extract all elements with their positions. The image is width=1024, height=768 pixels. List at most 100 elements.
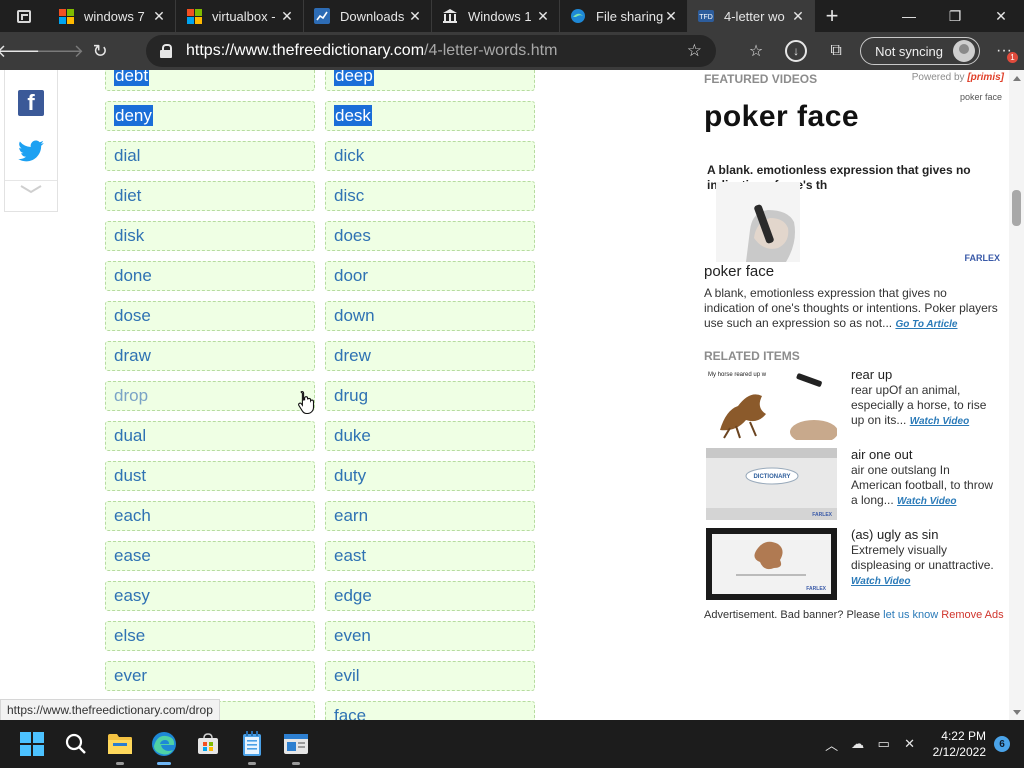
minimize-button[interactable]: — <box>886 0 932 32</box>
word-link[interactable]: dick <box>325 141 535 171</box>
page-scrollbar[interactable] <box>1009 70 1024 720</box>
tab-close-icon[interactable]: ✕ <box>279 8 295 25</box>
forward-button[interactable]: 🡒 <box>36 32 84 70</box>
word-link[interactable]: diet <box>105 181 315 211</box>
tab-actions-button[interactable] <box>0 0 48 32</box>
restore-button[interactable]: ❐ <box>932 0 978 32</box>
notification-count-badge[interactable]: 6 <box>994 736 1010 752</box>
watch-video-link[interactable]: Watch Video <box>851 576 910 587</box>
related-item-title[interactable]: rear up <box>851 367 892 382</box>
word-link[interactable]: even <box>325 621 535 651</box>
collections-button[interactable]: ⧉ <box>816 32 856 70</box>
add-favorite-icon[interactable]: ☆ <box>687 41 702 61</box>
profile-sync-button[interactable]: Not syncing <box>860 37 980 65</box>
store-icon <box>198 733 218 754</box>
start-button[interactable] <box>16 728 48 760</box>
word-link[interactable]: dial <box>105 141 315 171</box>
tab-close-icon[interactable]: ✕ <box>663 8 679 25</box>
word-link[interactable]: done <box>105 261 315 291</box>
word-link[interactable]: disk <box>105 221 315 251</box>
system-clock[interactable]: 4:22 PM 2/12/2022 <box>933 728 986 760</box>
farlex-logo: FARLEX <box>964 253 1000 263</box>
tab-close-icon[interactable]: ✕ <box>535 8 551 25</box>
word-link[interactable]: does <box>325 221 535 251</box>
store-button[interactable] <box>192 728 224 760</box>
word-link[interactable]: draw <box>105 341 315 371</box>
edge-browser-button[interactable] <box>148 728 180 765</box>
word-link[interactable]: evil <box>325 661 535 691</box>
word-link[interactable]: deny <box>105 101 315 131</box>
word-link[interactable]: each <box>105 501 315 531</box>
tab-downloads[interactable]: Downloads ✕ <box>304 0 432 32</box>
go-to-article-link[interactable]: Go To Article <box>895 319 957 330</box>
video-thumbnail[interactable]: My horse reared up w <box>706 368 837 440</box>
featured-item-title[interactable]: poker face <box>704 263 774 280</box>
tab-4-letter-words[interactable]: TFD 4-letter wo ✕ <box>688 0 815 32</box>
word-link[interactable]: drew <box>325 341 535 371</box>
twitter-icon[interactable] <box>17 140 45 164</box>
tab-close-icon[interactable]: ✕ <box>151 8 167 25</box>
scroll-down-icon[interactable] <box>1013 710 1021 715</box>
related-item-title[interactable]: air one out <box>851 447 912 462</box>
related-item[interactable]: My horse reared up w rear up rear upOf a… <box>704 367 1004 444</box>
tab-windows7[interactable]: windows 7 ✕ <box>48 0 176 32</box>
watch-video-link[interactable]: Watch Video <box>897 496 956 507</box>
favorites-button[interactable]: ☆ <box>736 32 776 70</box>
word-link[interactable]: duty <box>325 461 535 491</box>
related-item-title[interactable]: (as) ugly as sin <box>851 527 938 542</box>
video-thumbnail[interactable]: DICTIONARY FARLEX <box>706 448 837 520</box>
word-link[interactable]: dust <box>105 461 315 491</box>
display-icon[interactable]: ▭ <box>871 736 897 752</box>
word-link[interactable]: disc <box>325 181 535 211</box>
word-link[interactable]: earn <box>325 501 535 531</box>
tab-virtualbox[interactable]: virtualbox - ✕ <box>176 0 304 32</box>
tab-close-icon[interactable]: ✕ <box>790 8 806 25</box>
video-title[interactable]: poker face <box>704 100 859 134</box>
address-bar[interactable]: https://www.thefreedictionary.com/4-lett… <box>146 35 716 67</box>
let-us-know-link[interactable]: let us know <box>883 609 938 621</box>
network-muted-icon[interactable]: ✕ <box>897 736 923 752</box>
word-link-hovered[interactable]: drop <box>105 381 315 411</box>
chevron-down-icon[interactable] <box>17 178 45 198</box>
search-button[interactable] <box>60 728 92 760</box>
video-thumbnail[interactable]: FARLEX <box>706 528 837 600</box>
tab-file-sharing[interactable]: File sharing ✕ <box>560 0 688 32</box>
file-explorer-button[interactable] <box>104 728 136 765</box>
word-link[interactable]: down <box>325 301 535 331</box>
chevron-up-icon[interactable]: ︿ <box>819 735 845 754</box>
video-player[interactable] <box>716 182 800 262</box>
downloads-button[interactable]: ↓ <box>776 32 816 70</box>
tab-close-icon[interactable]: ✕ <box>407 8 423 25</box>
word-link[interactable]: dual <box>105 421 315 451</box>
word-link[interactable]: dose <box>105 301 315 331</box>
word-link[interactable]: ease <box>105 541 315 571</box>
word-link[interactable]: desk <box>325 101 535 131</box>
notepad-button[interactable] <box>236 728 268 765</box>
related-item[interactable]: DICTIONARY FARLEX air one out air one ou… <box>704 447 1004 524</box>
word-link[interactable]: door <box>325 261 535 291</box>
word-link[interactable]: duke <box>325 421 535 451</box>
onedrive-cloud-icon[interactable]: ☁ <box>845 736 871 752</box>
watch-video-link[interactable]: Watch Video <box>910 416 969 427</box>
settings-more-button[interactable]: ··· 1 <box>984 32 1024 70</box>
remove-ads-link[interactable]: Remove Ads <box>941 609 1003 621</box>
scroll-up-icon[interactable] <box>1013 76 1021 81</box>
new-tab-button[interactable]: + <box>815 0 849 32</box>
facebook-icon[interactable]: f <box>18 90 44 116</box>
related-item[interactable]: FARLEX (as) ugly as sin Extremely visual… <box>704 527 1004 604</box>
word-link[interactable]: drug <box>325 381 535 411</box>
word-link[interactable]: east <box>325 541 535 571</box>
word-link[interactable]: deep <box>325 70 535 91</box>
tab-windows1[interactable]: Windows 1 ✕ <box>432 0 560 32</box>
refresh-button[interactable]: ↻ <box>80 32 120 70</box>
app-window-button[interactable] <box>280 728 312 765</box>
word-link[interactable]: ever <box>105 661 315 691</box>
close-window-button[interactable]: ✕ <box>978 0 1024 32</box>
scrollbar-thumb[interactable] <box>1012 190 1021 226</box>
word-link[interactable]: face <box>325 701 535 720</box>
word-link[interactable]: debt <box>105 70 315 91</box>
word-link[interactable]: easy <box>105 581 315 611</box>
word-link[interactable]: edge <box>325 581 535 611</box>
word-link[interactable]: else <box>105 621 315 651</box>
back-button[interactable]: 🡐 <box>0 32 44 70</box>
